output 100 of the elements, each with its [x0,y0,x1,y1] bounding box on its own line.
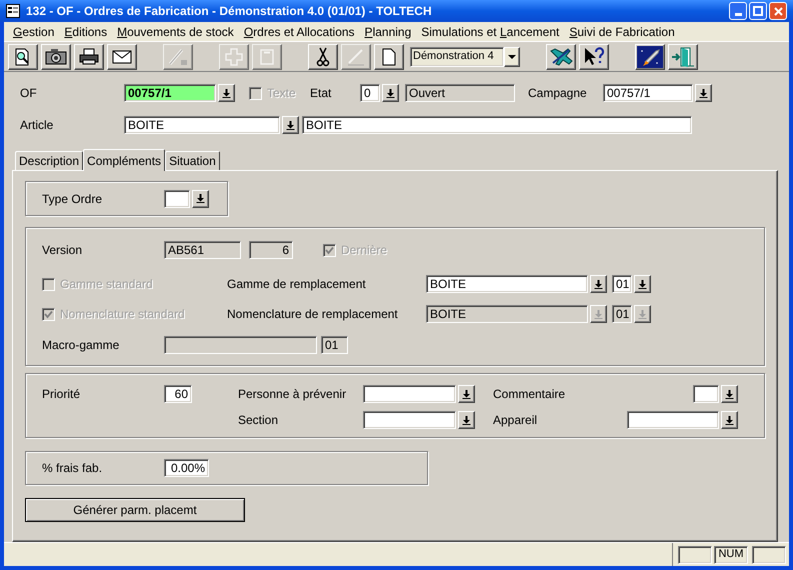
dropdown-button[interactable] [458,385,475,403]
field-label: Version [42,243,82,257]
combo-box[interactable]: Démonstration 4 [410,46,504,66]
toolbar-button[interactable] [579,44,609,70]
page-icon [382,48,396,66]
toolbar-button[interactable] [74,44,104,70]
toolbar-button[interactable] [668,44,698,70]
input-field[interactable] [693,385,719,403]
down-arrow-icon [286,120,295,130]
toolbar-button[interactable] [8,44,38,70]
check-icon [44,310,53,318]
tab[interactable]: Description [15,151,84,170]
field-label: Macro-gamme [42,338,120,352]
toolbar-button[interactable] [374,44,404,70]
down-arrow-icon [699,88,708,98]
rocket-icon [637,46,663,68]
dropdown-button[interactable] [721,385,738,403]
menu-item[interactable]: Mouvements de stock [112,22,239,40]
menu-item[interactable]: Planning [360,22,416,40]
dropdown-button[interactable] [634,275,651,293]
input-field[interactable]: BOITE [302,116,692,134]
scissors-icon [316,46,330,66]
field-label: Commentaire [493,387,566,401]
input-field[interactable]: BOITE [426,275,588,293]
pencil-icon [346,46,366,66]
minimize-button[interactable] [729,2,747,20]
pen-icon [167,46,189,66]
check-icon [325,246,334,254]
dropdown-button[interactable] [382,84,399,102]
down-arrow-icon [638,280,647,288]
input-field[interactable] [164,190,190,208]
dropdown-button[interactable] [192,190,209,208]
minimize-icon [734,13,742,16]
envelope-icon [112,50,132,64]
toolbar-button[interactable] [107,44,137,70]
square-icon [260,48,274,64]
input-field[interactable]: 00757/1 [124,84,216,102]
close-button[interactable] [769,2,787,20]
plus-icon [224,46,244,66]
down-arrow-icon [386,88,395,98]
field-label: Appareil [493,413,538,427]
dropdown-button[interactable] [590,275,607,293]
menu-item[interactable]: Suivi de Fabrication [564,22,680,40]
input-field[interactable]: BOITE [124,116,280,134]
input-field[interactable] [363,385,456,403]
field-label: % frais fab. [42,461,102,475]
menu-item[interactable]: Gestion [8,22,60,40]
menu-item[interactable]: Editions [59,22,112,40]
field-label: Campagne [528,86,587,100]
down-arrow-icon [725,416,734,424]
input-field[interactable]: 00757/1 [603,84,693,102]
help-pointer-icon [583,46,605,66]
dropdown-button[interactable] [695,84,712,102]
dropdown-button[interactable] [218,84,235,102]
maximize-icon [753,6,763,16]
down-arrow-icon [508,54,516,58]
toolbar-button[interactable] [41,44,71,70]
field-label: Type Ordre [42,192,102,206]
input-field[interactable]: 0 [360,84,380,102]
window-title: 132 - OF - Ordres de Fabrication - Démonstration 4.0 (01/01) - TOLTECH [26,3,432,20]
field-label: Gamme de remplacement [227,277,366,291]
menu-item[interactable]: Simulations et Lancement [416,22,564,40]
tools-icon [549,46,573,66]
down-arrow-icon [196,194,205,203]
dropdown-button[interactable] [504,46,520,66]
down-arrow-icon [462,416,471,424]
input-field[interactable]: 60 [164,385,192,403]
window-icon [6,4,20,18]
field-label: OF [20,86,37,100]
status-panel [752,546,786,564]
generate-button[interactable]: Générer parm. placemt [25,498,245,522]
input-field[interactable] [363,411,456,429]
input-field[interactable] [627,411,719,429]
field-label: Priorité [42,387,80,401]
input-field[interactable]: 01 [612,275,632,293]
toolbar-button[interactable] [308,44,338,70]
menu-item[interactable]: Ordres et Allocations [238,22,360,40]
field-label: Personne à prévenir [238,387,346,401]
field-label: Section [238,413,278,427]
toolbar-button[interactable] [635,44,665,70]
down-arrow-icon [638,310,647,318]
down-arrow-icon [462,390,471,398]
down-arrow-icon [725,390,734,398]
dropdown-button[interactable] [721,411,738,429]
down-arrow-icon [594,310,603,318]
tab[interactable]: Situation [165,151,220,170]
field-label: Article [20,118,54,132]
dropdown-button[interactable] [282,116,299,134]
status-indicator: NUM [714,546,748,564]
camera-icon [45,48,67,66]
dropdown-button[interactable] [458,411,475,429]
field-label: Nomenclature de remplacement [227,307,398,321]
close-icon [774,6,782,16]
down-arrow-icon [594,280,603,288]
tab[interactable]: Compléments [83,149,166,171]
maximize-button[interactable] [749,2,767,20]
down-arrow-icon [222,88,231,98]
field-label: Etat [310,86,332,100]
toolbar-button[interactable] [546,44,576,70]
input-field[interactable]: 0.00% [164,459,209,477]
